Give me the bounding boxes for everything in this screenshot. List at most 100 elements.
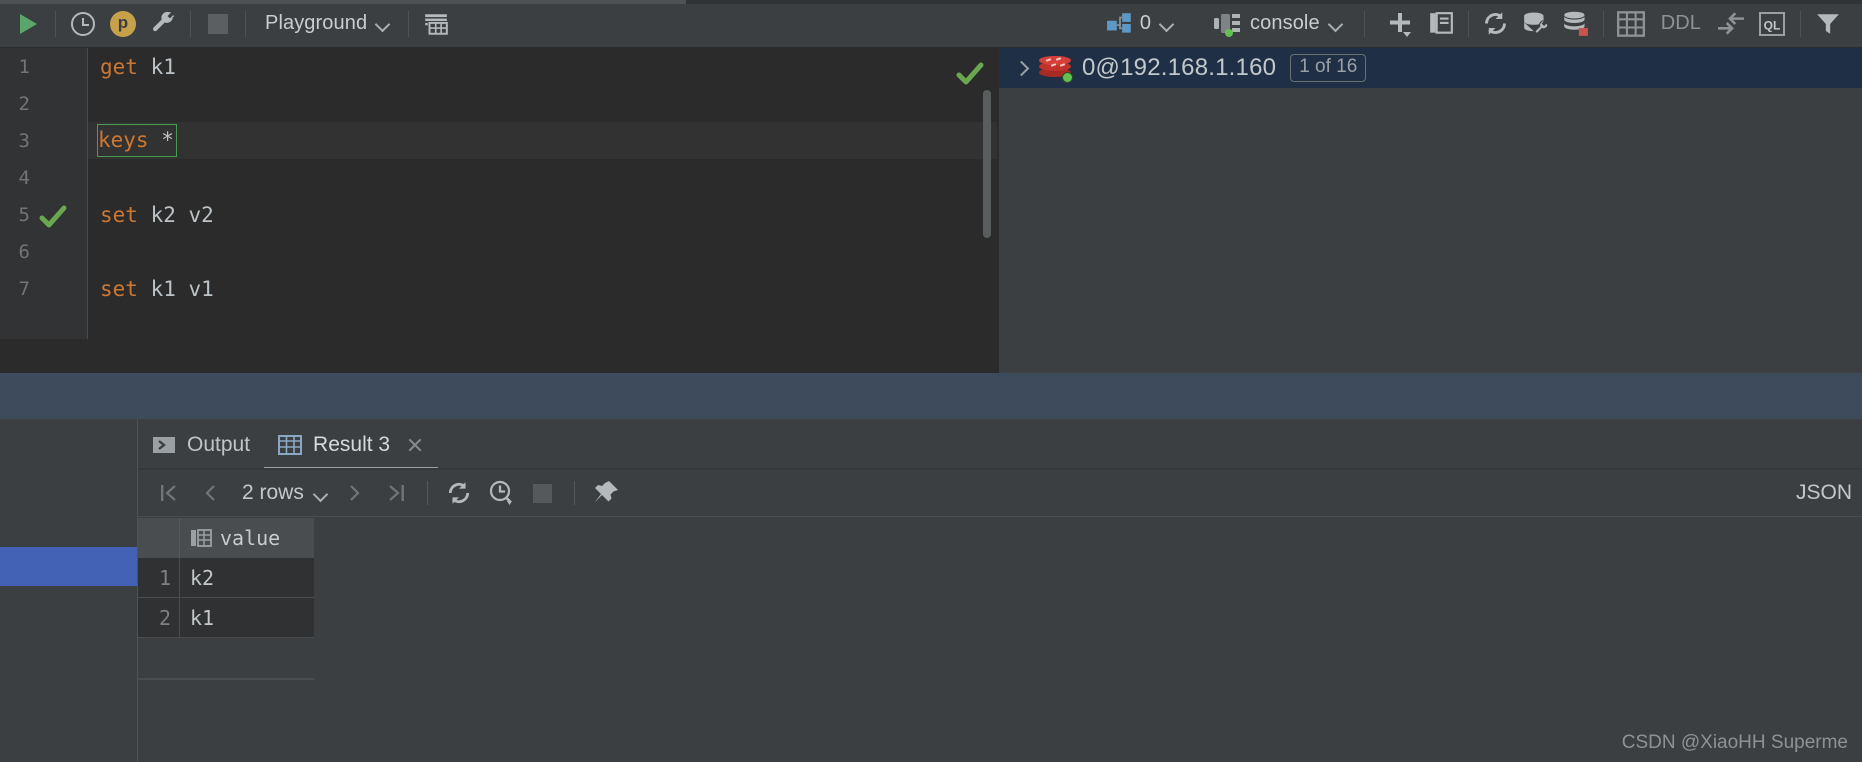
db-tools-button[interactable] xyxy=(1516,4,1556,44)
datagrip-redis-console: p Playground 0 console DDL QL 1 2 3 4 5 … xyxy=(0,0,1862,762)
row-value-cell[interactable]: k2 xyxy=(180,558,314,597)
results-tabbar: Output Result 3 xyxy=(138,419,1862,470)
run-button[interactable] xyxy=(8,4,48,44)
grid-header-row: value xyxy=(138,518,314,558)
console-output-icon xyxy=(153,436,175,453)
code-argument: * xyxy=(148,128,174,152)
stop-button[interactable] xyxy=(198,4,238,44)
code-line[interactable] xyxy=(88,233,997,270)
close-icon[interactable] xyxy=(406,436,424,454)
gutter-row[interactable]: 2 xyxy=(0,85,87,122)
sql-editor[interactable]: 1 2 3 4 567 get k1 keys * set k2 v2 set k1 v1 xyxy=(0,48,998,339)
line-number: 3 xyxy=(18,129,30,152)
view-mode-json[interactable]: JSON xyxy=(1796,472,1862,514)
splitter-band[interactable] xyxy=(0,373,1862,419)
grid-view-button[interactable] xyxy=(1611,4,1651,44)
cancel-query-button[interactable] xyxy=(522,472,564,514)
line-number: 4 xyxy=(18,166,30,189)
view-mode-label: JSON xyxy=(1795,481,1852,504)
ql-button[interactable]: QL xyxy=(1751,4,1793,44)
connection-status-dot xyxy=(1062,72,1073,83)
p-badge-icon: p xyxy=(110,10,136,37)
query-history-button[interactable] xyxy=(480,472,522,514)
gutter-row[interactable]: 4 xyxy=(0,159,87,196)
editor-code-area[interactable]: get k1 keys * set k2 v2 set k1 v1 xyxy=(88,48,997,339)
schema-selector[interactable]: Playground xyxy=(253,4,401,44)
toolbar-separator-3 xyxy=(245,10,246,37)
green-check-icon[interactable] xyxy=(38,204,68,230)
ddl-button[interactable]: DDL xyxy=(1651,4,1711,44)
rows-count-label: 2 rows xyxy=(242,481,304,504)
chevron-down-icon-console xyxy=(1329,17,1342,30)
grid-column-label: value xyxy=(220,526,281,550)
code-argument: k1 v1 xyxy=(137,276,214,301)
refresh-button[interactable] xyxy=(1476,4,1516,44)
table-editor-button[interactable] xyxy=(416,4,456,44)
code-line[interactable]: keys * xyxy=(88,122,997,159)
gutter-row[interactable]: 5 xyxy=(0,196,87,233)
toolbar-separator xyxy=(55,10,56,37)
grid-bottom-border xyxy=(138,678,314,680)
table-row[interactable]: 2 k1 xyxy=(138,598,314,638)
table-row[interactable]: 1 k2 xyxy=(138,558,314,598)
code-keyword: set xyxy=(100,276,138,301)
code-line[interactable]: set k2 v2 xyxy=(88,196,997,233)
db-badge-button[interactable] xyxy=(1556,4,1596,44)
rows-count-selector[interactable]: 2 rows xyxy=(232,472,333,514)
gutter-row[interactable]: 7 xyxy=(0,270,87,307)
pin-tab-button[interactable] xyxy=(585,472,627,514)
current-statement-highlight: keys * xyxy=(97,124,177,157)
filter-button[interactable] xyxy=(1808,4,1848,44)
line-number: 1 xyxy=(18,55,30,78)
code-line[interactable]: get k1 xyxy=(88,48,997,85)
gutter-row[interactable]: 3 xyxy=(0,122,87,159)
row-value-cell[interactable]: k1 xyxy=(180,598,314,637)
toolbar-separator-7 xyxy=(1602,10,1604,37)
grid-corner-cell[interactable] xyxy=(138,518,180,558)
redis-logo-icon xyxy=(1039,55,1073,83)
code-line[interactable] xyxy=(88,85,997,122)
console-selector[interactable]: console xyxy=(1207,4,1348,44)
gutter-row[interactable]: 6 xyxy=(0,233,87,270)
ql-icon: QL xyxy=(1759,11,1785,36)
grid-column-header[interactable]: value xyxy=(180,518,314,558)
plus-icon xyxy=(1389,12,1411,37)
code-argument: k2 v2 xyxy=(137,202,214,227)
database-red-badge-icon xyxy=(1564,11,1589,36)
toolbar-accent-right xyxy=(686,0,1862,4)
database-connection-row[interactable]: 0@192.168.1.160 1 of 16 xyxy=(999,48,1862,88)
toolbar-separator-8 xyxy=(1800,10,1801,37)
result-grid[interactable]: value 1 k2 2 k1 xyxy=(138,518,314,638)
column-key-icon xyxy=(191,529,212,547)
next-page-icon xyxy=(350,485,360,501)
schema-tree-icon xyxy=(1106,12,1131,33)
settings-button[interactable] xyxy=(143,4,183,44)
connection-name: 0@192.168.1.160 xyxy=(1082,54,1277,81)
table-grid-icon-tab xyxy=(278,434,303,455)
database-panel: 0@192.168.1.160 1 of 16 xyxy=(999,48,1862,373)
add-button[interactable] xyxy=(1381,4,1421,44)
refresh-icon-results xyxy=(448,482,469,504)
profile-button[interactable]: p xyxy=(103,4,143,44)
play-icon xyxy=(19,13,37,34)
gutter-row[interactable]: 1 xyxy=(0,48,87,85)
chevron-down-icon-schemas xyxy=(1160,17,1173,30)
tab-result-3[interactable]: Result 3 xyxy=(264,419,439,470)
duplicate-button[interactable] xyxy=(1421,4,1461,44)
chevron-right-icon[interactable] xyxy=(1013,60,1029,76)
editor-vertical-scrollbar[interactable] xyxy=(983,90,991,238)
chevron-down-icon-rows xyxy=(314,487,327,500)
tab-output[interactable]: Output xyxy=(138,419,264,470)
last-page-button[interactable] xyxy=(375,472,417,514)
first-page-button[interactable] xyxy=(148,472,190,514)
code-line[interactable]: set k1 v1 xyxy=(88,270,997,307)
reload-button[interactable] xyxy=(438,472,480,514)
next-page-button[interactable] xyxy=(333,472,375,514)
history-button[interactable] xyxy=(63,4,103,44)
line-number: 2 xyxy=(18,92,30,115)
schemas-button[interactable]: 0 xyxy=(1100,4,1179,44)
collapse-button[interactable] xyxy=(1711,4,1751,44)
svg-text:QL: QL xyxy=(1764,18,1781,32)
prev-page-button[interactable] xyxy=(190,472,232,514)
code-line[interactable] xyxy=(88,159,997,196)
